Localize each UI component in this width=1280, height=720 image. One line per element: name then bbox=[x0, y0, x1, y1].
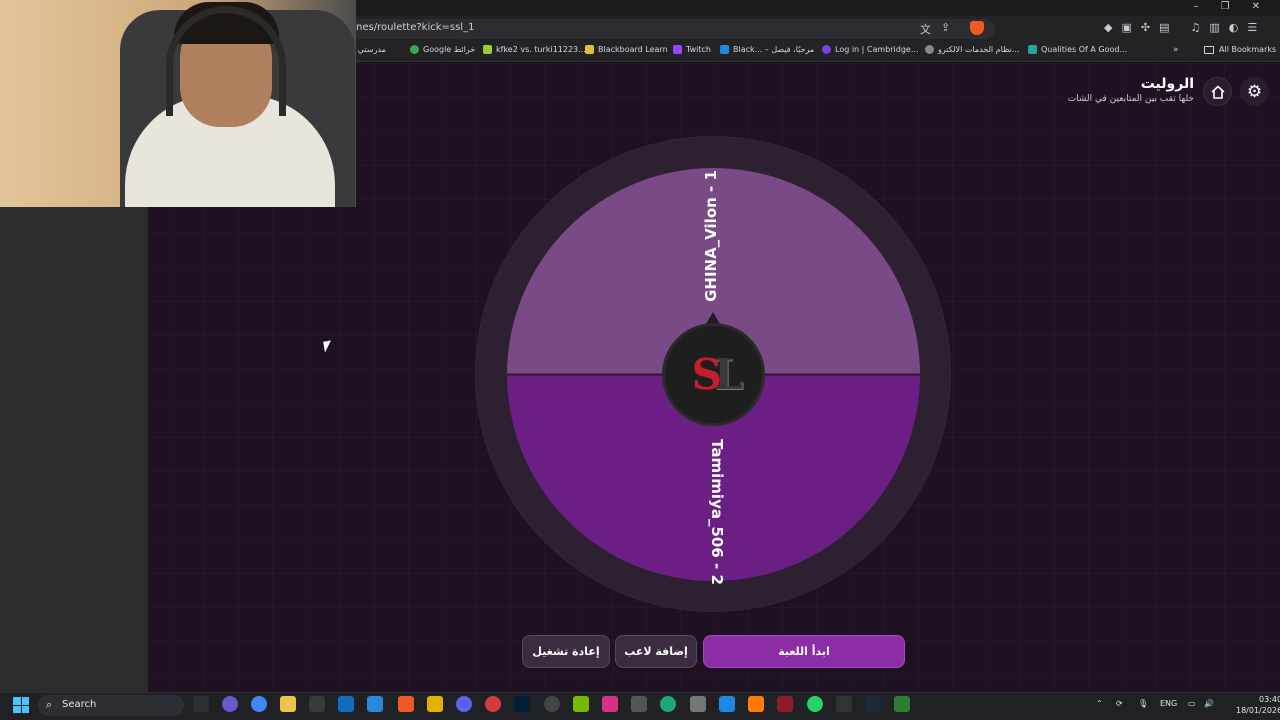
taskbar-app-icon[interactable] bbox=[719, 696, 735, 712]
nvidia-icon[interactable] bbox=[573, 696, 589, 712]
taskbar-app-icon[interactable] bbox=[367, 696, 383, 712]
restart-button[interactable]: إعادة تشغيل bbox=[522, 635, 610, 668]
mouse-cursor bbox=[323, 340, 333, 353]
menu-icon[interactable]: ☰ bbox=[1247, 21, 1257, 34]
close-icon[interactable]: ✕ bbox=[1252, 1, 1260, 12]
clock-time: 03:40 bbox=[1259, 695, 1280, 704]
tray-overflow-icon[interactable]: ⌃ bbox=[1096, 699, 1103, 708]
network-icon[interactable]: ▭ bbox=[1188, 699, 1196, 708]
taskbar-app-icon[interactable] bbox=[193, 696, 209, 712]
microphone-icon[interactable]: 🎙 bbox=[1138, 699, 1148, 708]
taskbar-app-icon[interactable] bbox=[777, 696, 793, 712]
bookmark-item[interactable]: Black... – مرحبًا، فيصل bbox=[720, 45, 814, 54]
restore-icon[interactable]: ❐ bbox=[1221, 1, 1230, 12]
bookmark-item[interactable]: Twitch bbox=[673, 45, 711, 54]
home-button[interactable] bbox=[1203, 77, 1232, 106]
webcam-overlay bbox=[0, 0, 356, 207]
language-indicator[interactable]: ENG bbox=[1160, 699, 1177, 708]
bookmarks-overflow-icon[interactable]: » bbox=[1173, 45, 1179, 55]
taskbar-app-icon[interactable] bbox=[427, 696, 443, 712]
folder-icon bbox=[1204, 45, 1214, 54]
taskbar-app-icon[interactable] bbox=[602, 696, 618, 712]
taskbar-app-icon[interactable] bbox=[894, 696, 910, 712]
extension-icons: ◆ ▣ ✣ ▤ ♫ ▥ ◐ ☰ bbox=[1104, 21, 1257, 34]
gear-icon: ⚙ bbox=[1246, 81, 1263, 102]
steam-app-icon[interactable] bbox=[865, 696, 881, 712]
clock-date: 18/01/2026 bbox=[1236, 706, 1280, 715]
bookmark-item[interactable]: نظام الخدمات الالكترو... bbox=[925, 45, 1020, 54]
extension-icon[interactable]: ◆ bbox=[1104, 21, 1112, 34]
taskbar-clock[interactable]: 03:40 18/01/2026 bbox=[1236, 694, 1280, 716]
bookmark-item[interactable]: Blackboard Learn bbox=[585, 45, 668, 54]
store-icon[interactable] bbox=[338, 696, 354, 712]
start-game-button[interactable]: ابدأ اللعبة bbox=[703, 635, 905, 668]
puzzle-icon[interactable]: ✣ bbox=[1141, 21, 1150, 34]
screenshot-icon[interactable]: ▤ bbox=[1159, 21, 1169, 34]
brave-icon[interactable] bbox=[398, 696, 414, 712]
sidebar-icon[interactable]: ▥ bbox=[1209, 21, 1219, 34]
steam-icon[interactable] bbox=[544, 696, 560, 712]
segment-label: Tamimiya_506 - 2 bbox=[708, 439, 726, 585]
home-icon bbox=[1210, 85, 1225, 99]
translate-icon[interactable]: 文 bbox=[920, 21, 931, 37]
brave-shields-icon[interactable] bbox=[970, 21, 984, 35]
taskbar-app-icon[interactable] bbox=[836, 696, 852, 712]
chrome-icon[interactable] bbox=[251, 696, 267, 712]
epic-games-icon[interactable] bbox=[309, 696, 325, 712]
photoshop-icon[interactable] bbox=[514, 696, 530, 712]
taskbar-search[interactable] bbox=[38, 695, 184, 716]
search-icon: ⌕ bbox=[46, 698, 53, 711]
taskbar-app-icon[interactable] bbox=[222, 696, 238, 712]
taskbar-app-icon[interactable] bbox=[748, 696, 764, 712]
window-controls: – ❐ ✕ bbox=[1194, 1, 1260, 12]
leo-icon[interactable]: ◐ bbox=[1229, 21, 1239, 34]
volume-icon[interactable]: 🔊 bbox=[1204, 699, 1214, 708]
page-title: الروليت bbox=[1140, 76, 1194, 92]
settings-button[interactable]: ⚙ bbox=[1240, 77, 1269, 106]
minimize-icon[interactable]: – bbox=[1194, 1, 1199, 12]
bookmark-item[interactable]: Log in | Cambridge... bbox=[822, 45, 918, 54]
discord-icon[interactable] bbox=[456, 696, 472, 712]
page-subtitle: خلها تقب بين المتابعين في الشات bbox=[1067, 94, 1194, 104]
left-panel bbox=[0, 207, 148, 692]
segment-label: GHINA_Vilon - 1 bbox=[702, 170, 720, 302]
bookmark-item[interactable]: Qualities Of A Good... bbox=[1028, 45, 1127, 54]
bookmark-item[interactable]: kfke2 vs. turki11223... bbox=[483, 45, 586, 54]
wheel-hub-logo: SL bbox=[665, 326, 762, 423]
share-icon[interactable]: ⇪ bbox=[941, 21, 950, 37]
address-bar-url[interactable]: nes/roulette?kick=ssl_1 bbox=[356, 22, 474, 33]
whatsapp-icon[interactable] bbox=[807, 696, 823, 712]
mail-icon[interactable] bbox=[631, 696, 647, 712]
sync-icon[interactable]: ⟳ bbox=[1116, 699, 1123, 708]
bookmark-item[interactable]: Google خرائط bbox=[410, 45, 475, 54]
sl-logo: SL bbox=[691, 350, 744, 399]
address-bar-actions: 文 ⇪ bbox=[920, 21, 950, 37]
windows-start-icon[interactable] bbox=[13, 697, 29, 713]
taskbar-app-icon[interactable] bbox=[690, 696, 706, 712]
edge-icon[interactable] bbox=[660, 696, 676, 712]
headset bbox=[166, 6, 286, 116]
music-icon[interactable]: ♫ bbox=[1191, 21, 1201, 34]
obs-icon[interactable] bbox=[485, 696, 501, 712]
taskbar-search-label[interactable]: Search bbox=[62, 699, 96, 710]
add-player-button[interactable]: إضافة لاعب bbox=[615, 635, 697, 668]
header: الروليت خلها تقب بين المتابعين في الشات bbox=[1068, 76, 1194, 104]
translate-extension-icon[interactable]: ▣ bbox=[1121, 21, 1131, 34]
all-bookmarks-button[interactable]: All Bookmarks bbox=[1204, 45, 1276, 54]
file-explorer-icon[interactable] bbox=[280, 696, 296, 712]
